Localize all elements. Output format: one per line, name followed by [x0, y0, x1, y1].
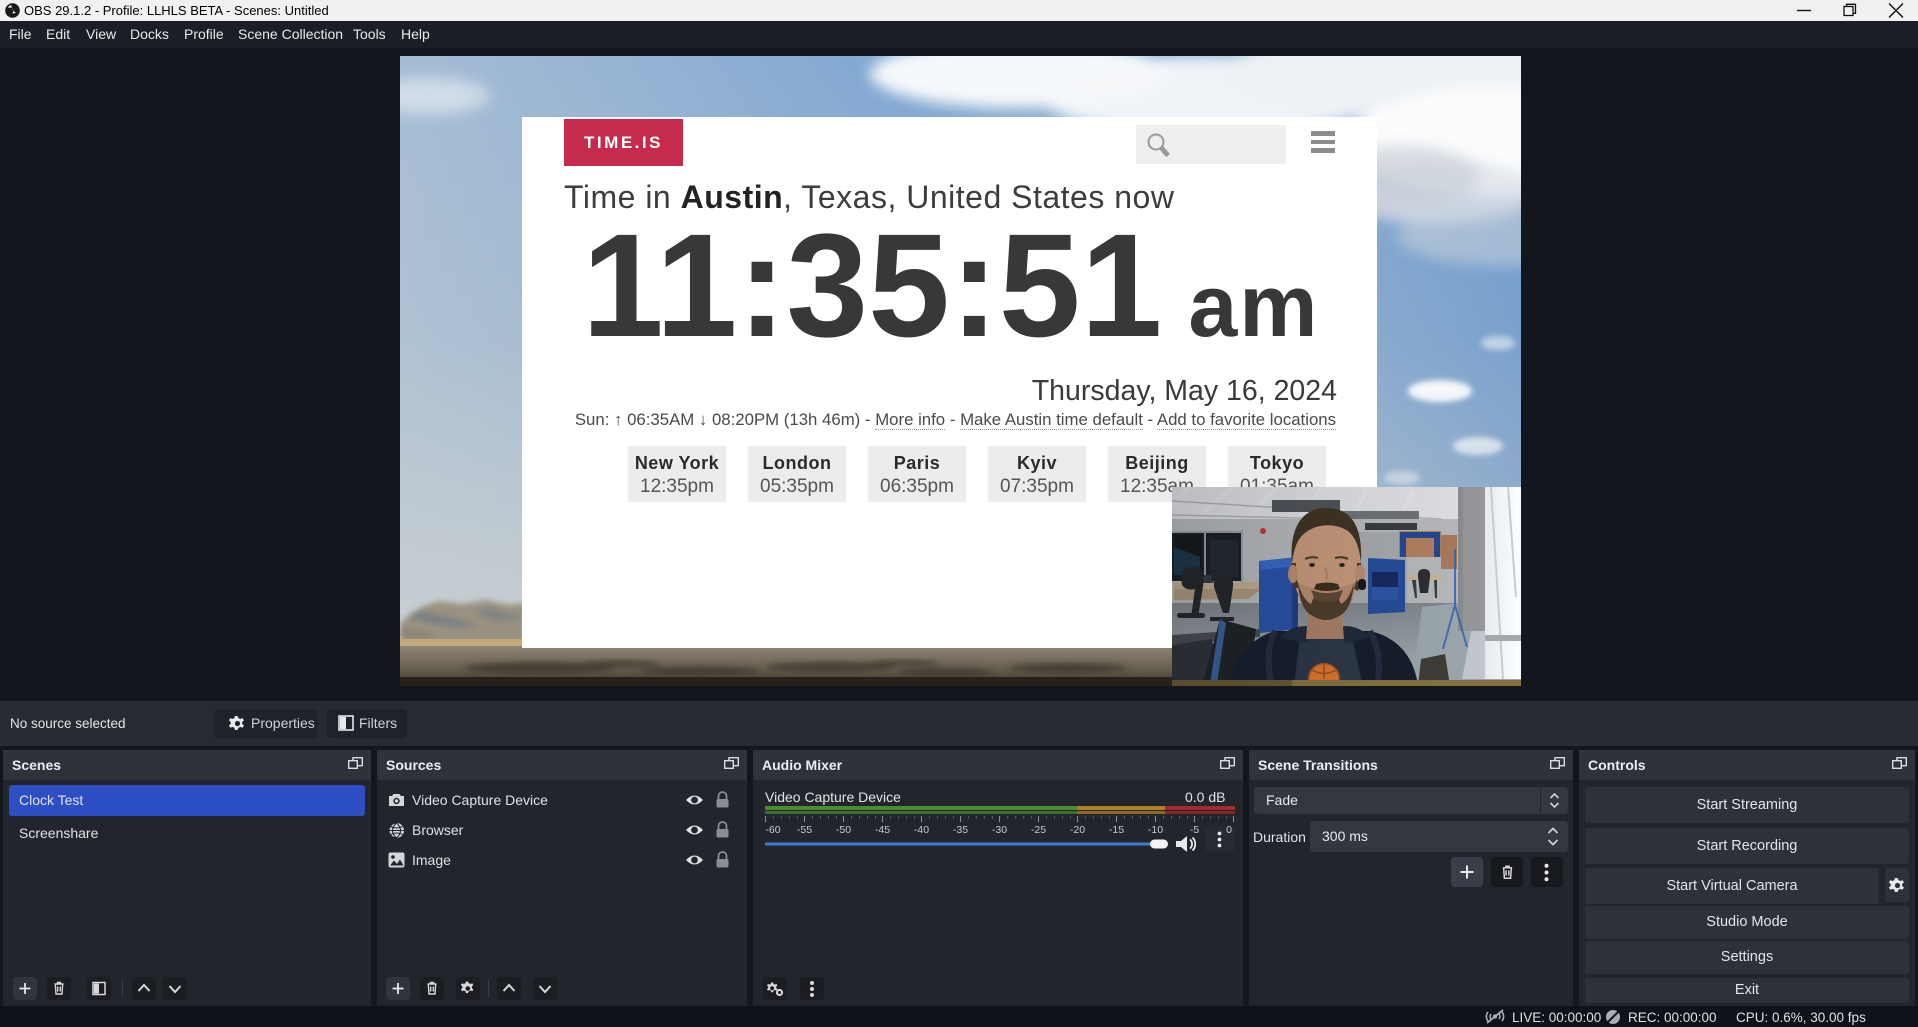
svg-text:-40: -40	[914, 824, 929, 836]
svg-text:-5: -5	[1190, 824, 1199, 836]
svg-text:-15: -15	[1109, 824, 1124, 836]
svg-text:-25: -25	[1031, 824, 1046, 836]
svg-text:-45: -45	[875, 824, 890, 836]
svg-text:-50: -50	[836, 824, 851, 836]
svg-text:-35: -35	[953, 824, 968, 836]
svg-text:-20: -20	[1070, 824, 1085, 836]
svg-text:-55: -55	[797, 824, 812, 836]
svg-text:-60: -60	[765, 824, 780, 836]
svg-text:-10: -10	[1148, 824, 1163, 836]
svg-text:-30: -30	[992, 824, 1007, 836]
svg-text:0: 0	[1226, 824, 1232, 836]
